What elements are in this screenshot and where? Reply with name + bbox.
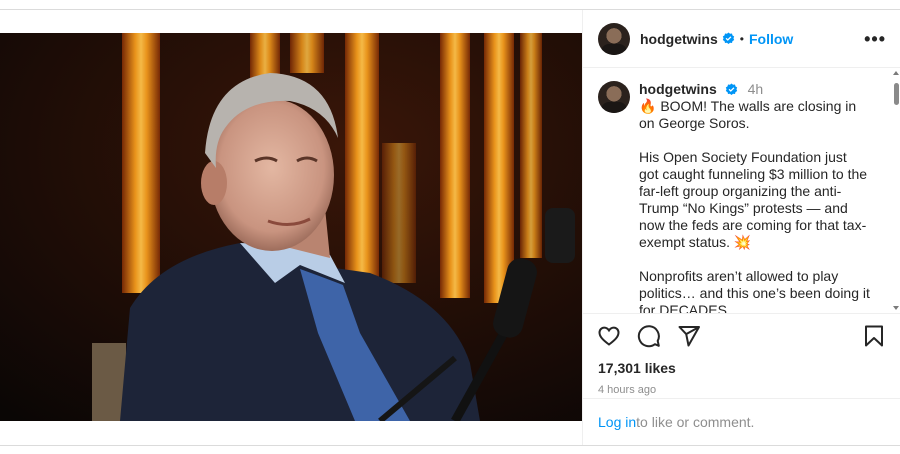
like-count[interactable]: 17,301 likes [583, 360, 900, 376]
post-header: hodgetwins • Follow ••• [583, 10, 900, 68]
action-bar [583, 314, 900, 358]
share-button[interactable] [677, 324, 701, 348]
post-photo[interactable] [0, 33, 582, 421]
caption-paragraph: 🔥 BOOM! The walls are closing in on Geor… [639, 98, 861, 131]
save-button[interactable] [862, 324, 886, 348]
verified-badge-icon [722, 32, 734, 45]
login-prompt: Log in to like or comment. [583, 398, 900, 445]
scrollbar[interactable] [892, 68, 900, 313]
verified-badge-icon [725, 83, 737, 96]
like-button[interactable] [597, 324, 621, 348]
caption-paragraph: His Open Society Foundation just got cau… [639, 149, 871, 250]
post-media [0, 10, 583, 445]
instagram-post: hodgetwins • Follow ••• hodgetwins 4h 🔥 … [0, 9, 900, 446]
caption: hodgetwins 4h 🔥 BOOM! The walls are clos… [598, 81, 874, 314]
scroll-thumb[interactable] [894, 83, 899, 105]
share-icon [678, 326, 700, 347]
caption-area[interactable]: hodgetwins 4h 🔥 BOOM! The walls are clos… [583, 68, 900, 314]
follow-button[interactable]: Follow [749, 31, 793, 47]
comment-icon [637, 325, 660, 348]
scroll-down-arrow-icon[interactable] [893, 306, 899, 310]
header-username[interactable]: hodgetwins [640, 31, 718, 47]
caption-paragraph: Nonprofits aren’t allowed to play politi… [639, 268, 874, 314]
more-options-icon[interactable]: ••• [864, 30, 886, 48]
separator-dot: • [739, 31, 744, 46]
caption-avatar[interactable] [598, 81, 630, 113]
avatar[interactable] [598, 22, 630, 55]
comment-button[interactable] [637, 324, 661, 348]
post-side-panel: hodgetwins • Follow ••• hodgetwins 4h 🔥 … [583, 10, 900, 445]
bookmark-icon [865, 325, 883, 347]
caption-body: hodgetwins 4h 🔥 BOOM! The walls are clos… [639, 81, 874, 314]
photo-image [0, 33, 582, 421]
caption-time[interactable]: 4h [748, 81, 764, 97]
caption-username[interactable]: hodgetwins [639, 81, 717, 97]
login-prompt-text: to like or comment. [636, 414, 755, 430]
post-timestamp[interactable]: 4 hours ago [583, 384, 900, 396]
login-link[interactable]: Log in [598, 414, 636, 430]
scroll-up-arrow-icon[interactable] [893, 71, 899, 75]
heart-icon [598, 326, 620, 346]
